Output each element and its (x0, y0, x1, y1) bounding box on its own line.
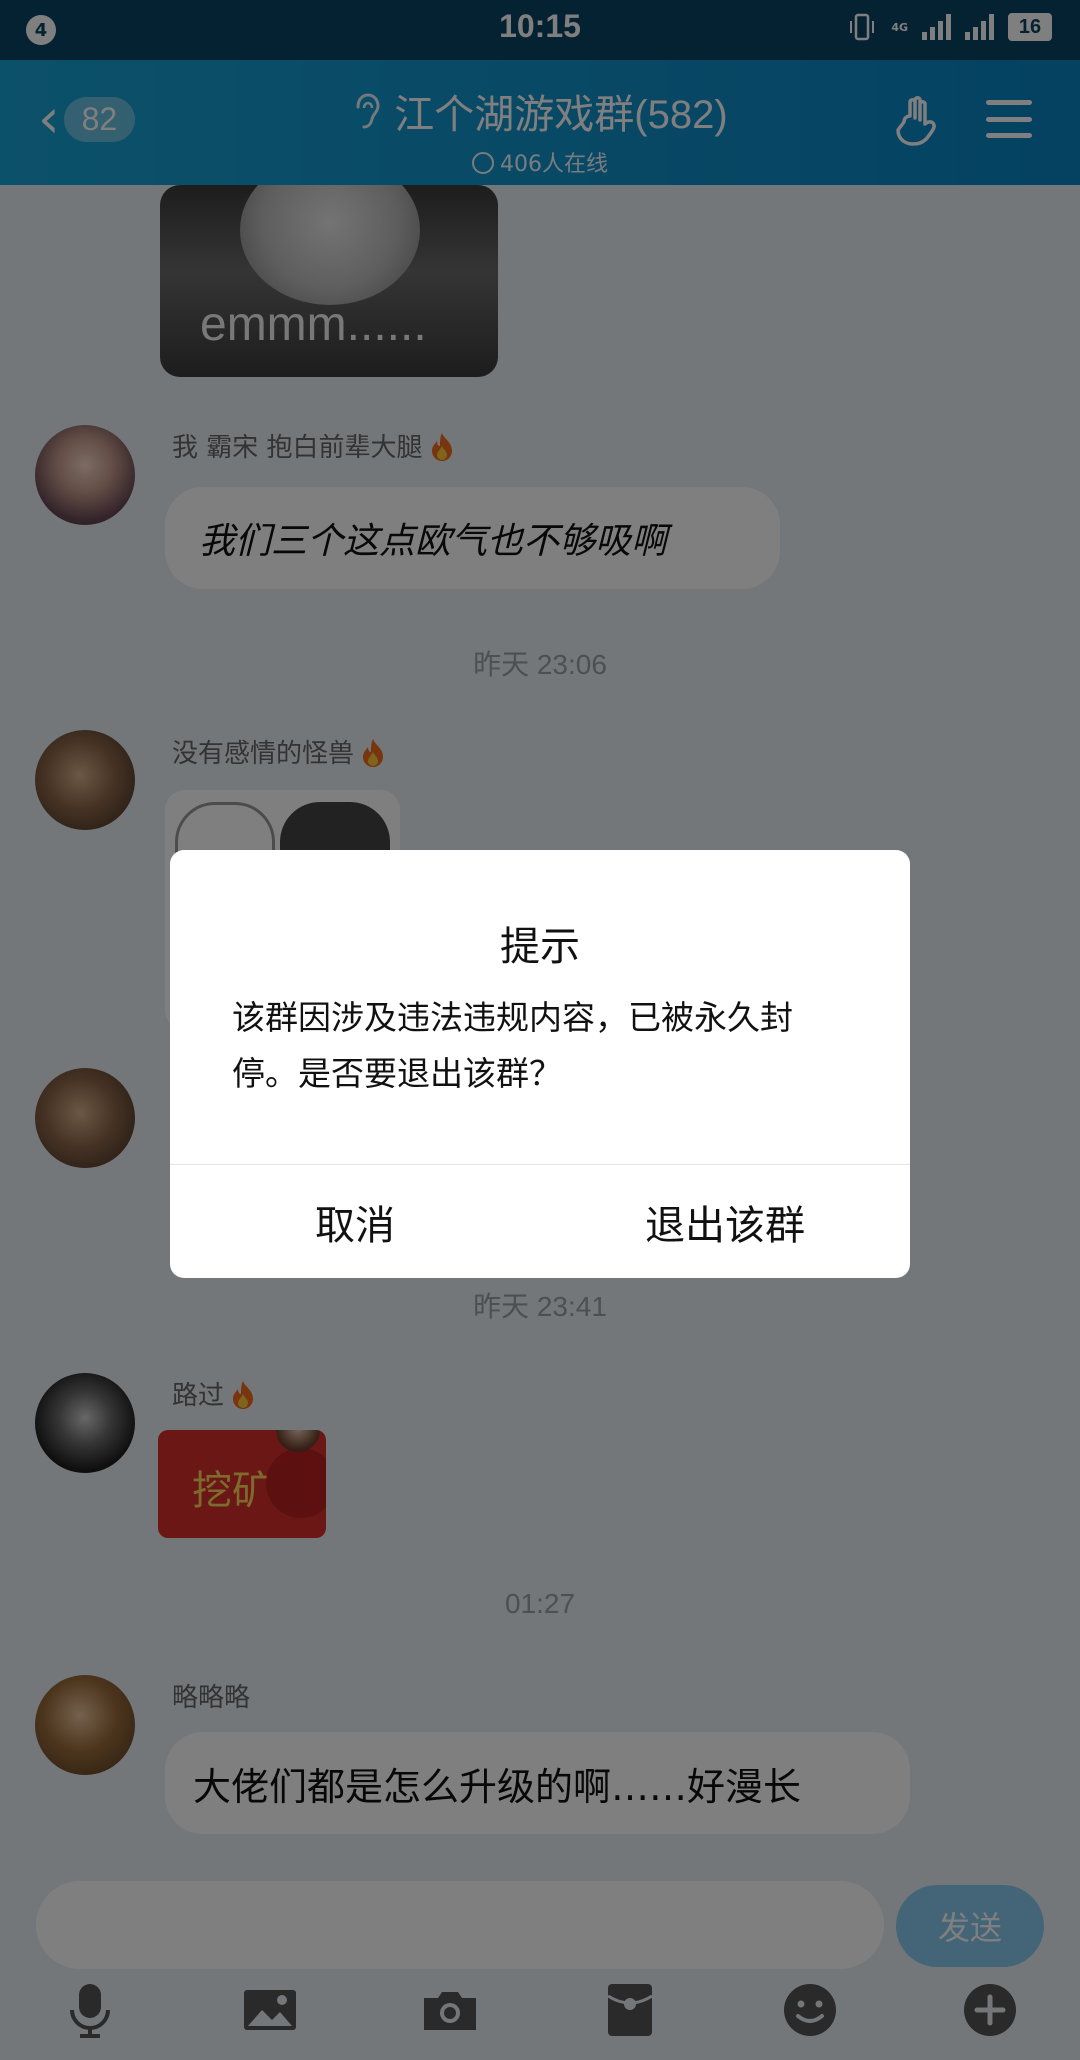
cancel-button[interactable]: 取消 (170, 1165, 540, 1278)
alert-dialog: 提示 该群因涉及违法违规内容，已被永久封停。是否要退出该群？ 取消 退出该群 (170, 850, 910, 1278)
dialog-message: 该群因涉及违法违规内容，已被永久封停。是否要退出该群？ (232, 998, 793, 1093)
dialog-title: 提示 (500, 924, 580, 970)
leave-group-button[interactable]: 退出该群 (540, 1165, 910, 1278)
